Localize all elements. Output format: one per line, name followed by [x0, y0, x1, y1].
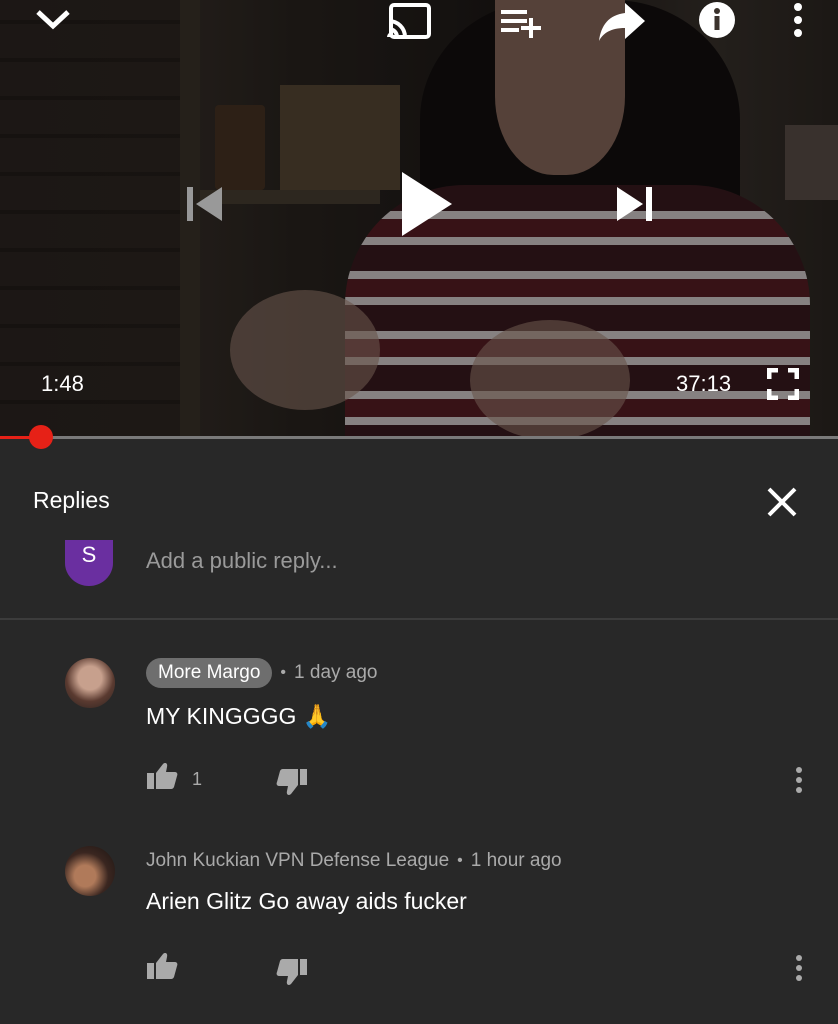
thumbs-up-icon [147, 953, 178, 979]
duration: 37:13 [676, 371, 732, 396]
author-name[interactable]: More Margo [146, 658, 273, 688]
user-avatar: S [65, 540, 113, 586]
progress-bar[interactable] [0, 425, 838, 449]
info-icon[interactable] [697, 0, 737, 40]
thumbs-down-icon [276, 769, 307, 795]
play-icon[interactable] [396, 168, 456, 240]
comment-time: 1 day ago [294, 662, 378, 683]
comment-time: 1 hour ago [470, 850, 562, 871]
previous-icon[interactable] [182, 183, 226, 225]
reply-comment: More Margo • 1 day ago MY KINGGGG 🙏 1 [0, 650, 838, 810]
add-reply-input[interactable]: Add a public reply... [146, 548, 338, 574]
video-player[interactable]: 1:48 37:13 [0, 0, 838, 438]
replies-header: Replies [0, 460, 838, 540]
author-name[interactable]: John Kuckian VPN Defense League [146, 850, 449, 872]
current-time: 1:48 [41, 371, 84, 396]
close-button[interactable] [762, 482, 802, 522]
share-icon[interactable] [596, 0, 648, 44]
comment-menu-button[interactable] [794, 766, 804, 799]
add-to-playlist-icon[interactable] [498, 2, 546, 42]
reply-comment: John Kuckian VPN Defense League • 1 hour… [0, 840, 838, 1000]
like-button[interactable] [146, 952, 178, 985]
avatar[interactable] [65, 846, 115, 896]
more-vert-icon[interactable] [785, 0, 811, 40]
more-vert-icon [796, 767, 802, 793]
more-vert-icon [796, 955, 802, 981]
add-reply-row[interactable]: S Add a public reply... [0, 540, 838, 618]
next-icon[interactable] [613, 183, 657, 225]
divider [0, 618, 838, 620]
thumbs-down-icon [276, 959, 307, 985]
avatar[interactable] [65, 658, 115, 708]
cast-icon[interactable] [384, 0, 434, 42]
like-button[interactable] [146, 762, 178, 795]
comment-text: Arien Glitz Go away aids fucker [146, 888, 467, 914]
dislike-button[interactable] [276, 958, 308, 991]
close-icon [767, 487, 797, 517]
thumbs-up-icon [147, 763, 178, 789]
like-count: 1 [192, 769, 203, 789]
comment-menu-button[interactable] [794, 954, 804, 987]
chevron-down-icon[interactable] [30, 0, 76, 40]
comment-text: MY KINGGGG 🙏 [146, 703, 332, 729]
dislike-button[interactable] [276, 768, 308, 801]
replies-title: Replies [33, 487, 110, 513]
scrubber-handle[interactable] [28, 425, 53, 449]
fullscreen-icon[interactable] [765, 366, 801, 402]
